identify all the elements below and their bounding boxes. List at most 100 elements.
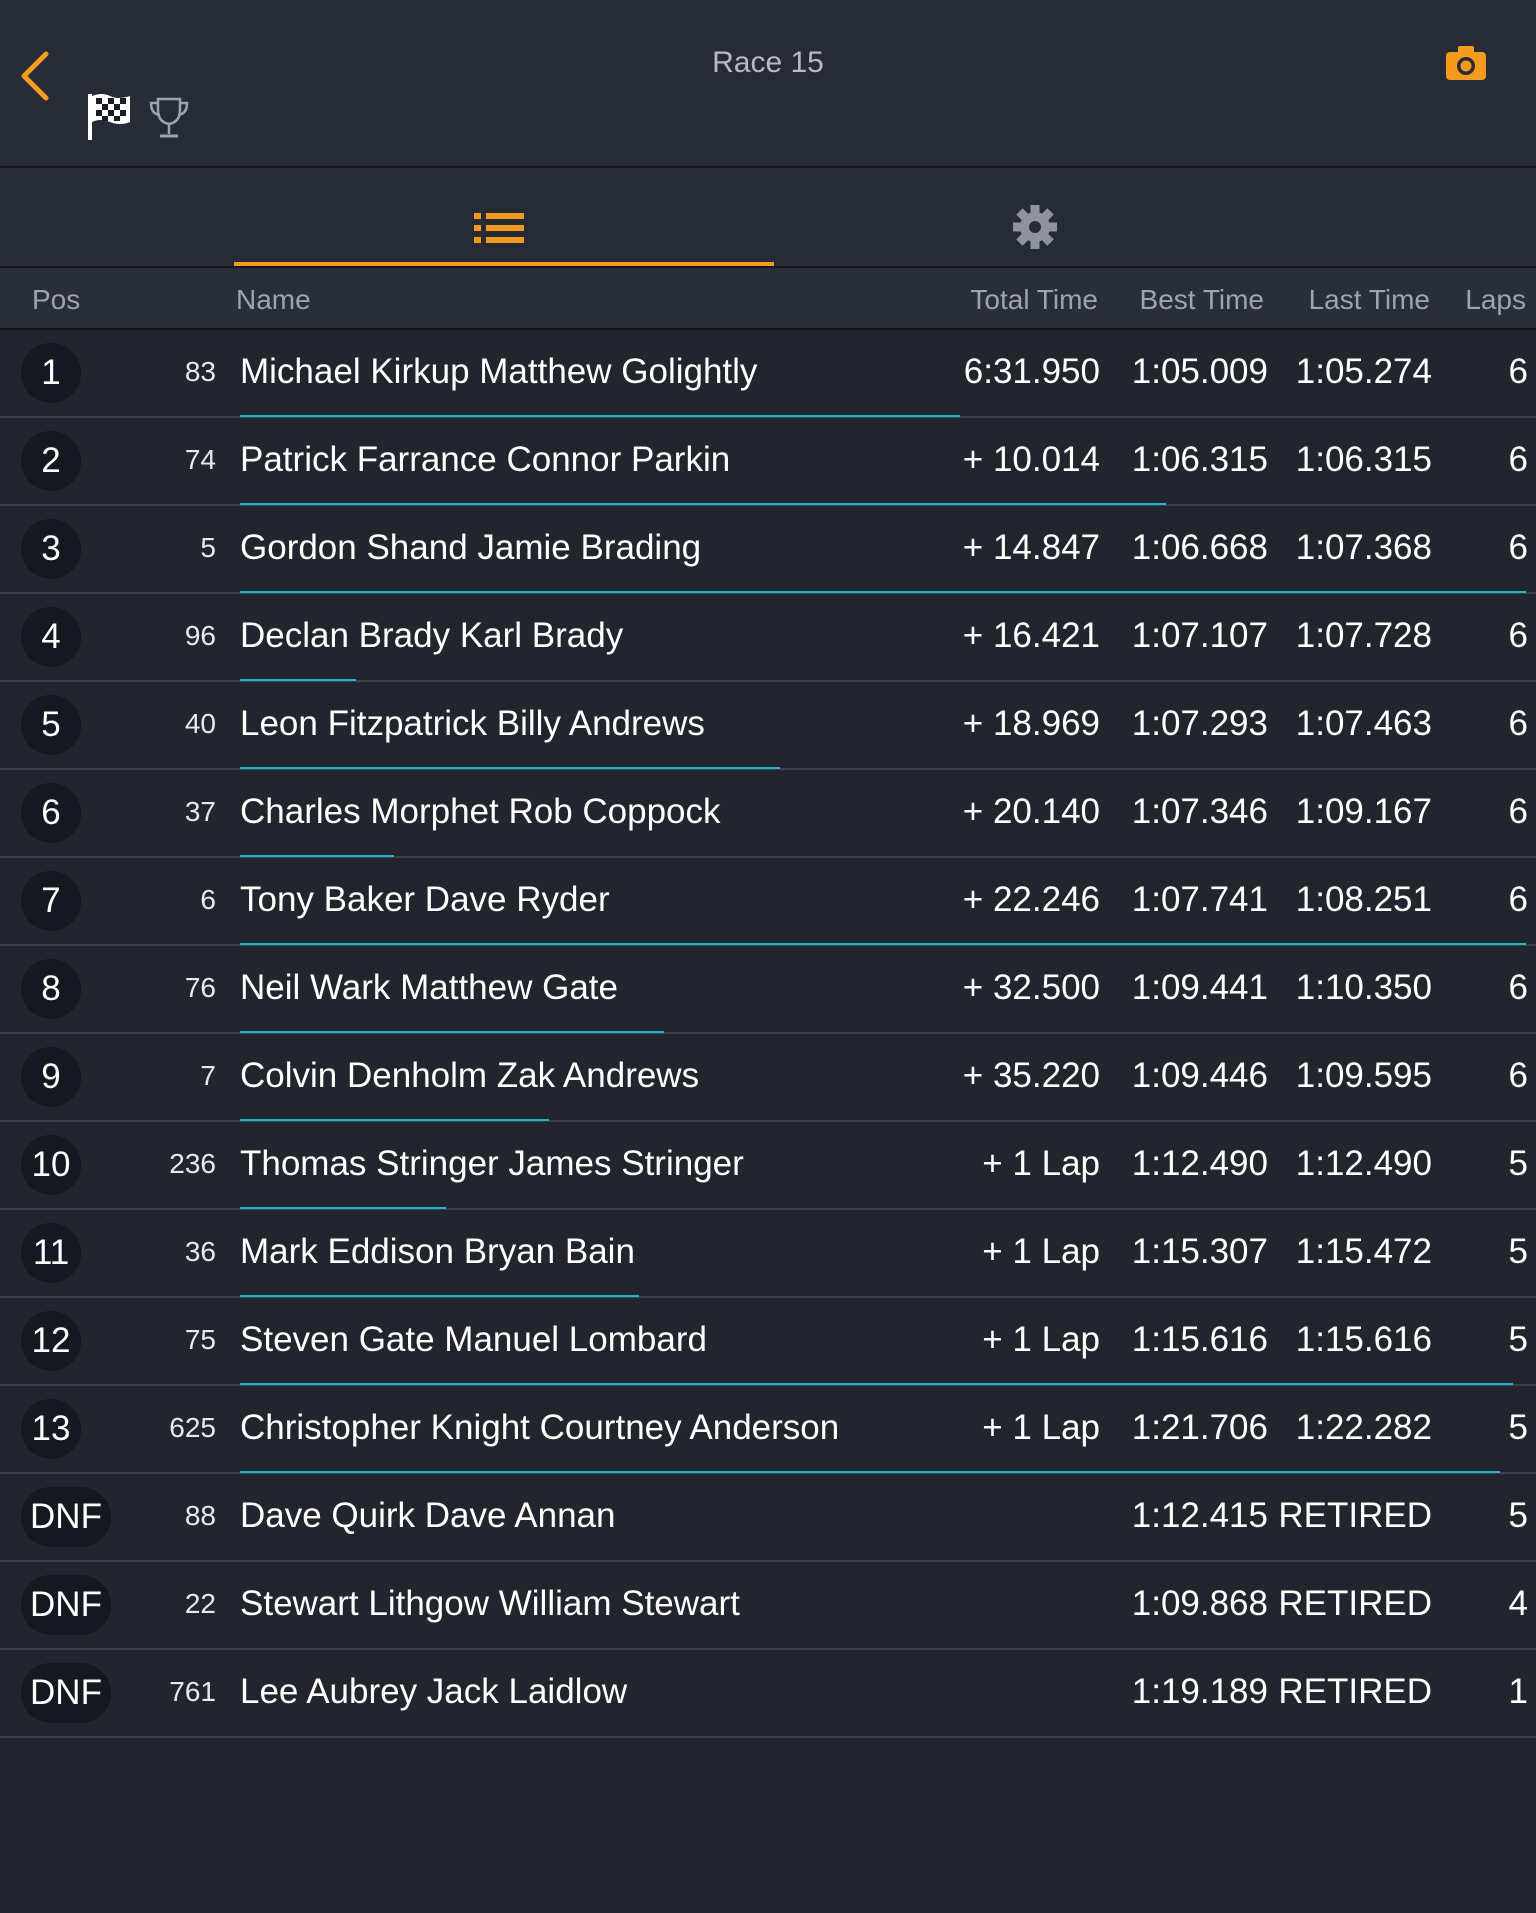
last-time: 1:08.251 [1295,880,1432,919]
total-time: + 1 Lap [982,1320,1100,1359]
laps-count: 6 [1508,528,1528,567]
table-row[interactable]: 6 37 Charles Morphet Rob Coppock + 20.140 1:… [0,770,1536,858]
driver-names: Dave Quirk Dave Annan [240,1496,616,1535]
last-time: 1:06.315 [1295,440,1432,479]
car-number: 76 [184,972,216,1003]
active-tab-indicator [234,262,774,266]
laps-count: 6 [1508,880,1528,919]
total-time: + 20.140 [962,792,1100,831]
column-best-time[interactable]: Best Time [1140,284,1264,316]
position-badge: DNF [21,1663,111,1723]
car-number: 88 [184,1500,216,1531]
driver-names: Steven Gate Manuel Lombard [240,1320,707,1359]
progress-bar [240,1031,664,1033]
laps-count: 5 [1508,1144,1528,1183]
laps-count: 1 [1508,1672,1528,1711]
total-time: + 10.014 [962,440,1100,479]
table-row[interactable]: 11 36 Mark Eddison Bryan Bain + 1 Lap 1:15.3… [0,1210,1536,1298]
table-row[interactable]: 5 40 Leon Fitzpatrick Billy Andrews + 18.96… [0,682,1536,770]
table-row[interactable]: 2 74 Patrick Farrance Connor Parkin + 10.01… [0,418,1536,506]
position-badge: 7 [21,871,81,931]
laps-count: 6 [1508,704,1528,743]
driver-names: Patrick Farrance Connor Parkin [240,440,731,479]
driver-names: Colvin Denholm Zak Andrews [240,1056,700,1095]
best-time: 1:12.490 [1131,1144,1268,1183]
table-row[interactable]: 1 83 Michael Kirkup Matthew Golightly 6:31.… [0,330,1536,418]
table-row[interactable]: 10 236 Thomas Stringer James Stringer + 1 L… [0,1122,1536,1210]
table-row[interactable]: 7 6 Tony Baker Dave Ryder + 22.246 1:07.741 1… [0,858,1536,946]
gear-icon [1013,205,1057,249]
best-time: 1:09.446 [1131,1056,1268,1095]
driver-names: Thomas Stringer James Stringer [240,1144,744,1183]
table-row[interactable]: DNF 761 Lee Aubrey Jack Laidlow 1:19.189 RET… [0,1650,1536,1738]
position-badge: 9 [21,1047,81,1107]
column-pos[interactable]: Pos [32,284,80,316]
total-time: + 35.220 [962,1056,1100,1095]
tab-results-list[interactable] [234,168,774,266]
last-time: RETIRED [1278,1496,1432,1535]
driver-names: Leon Fitzpatrick Billy Andrews [240,704,705,743]
table-row[interactable]: 4 96 Declan Brady Karl Brady + 16.421 1:07.1… [0,594,1536,682]
last-time: RETIRED [1278,1672,1432,1711]
progress-bar [240,855,394,857]
tab-bar [0,168,1536,268]
position-badge: 10 [21,1135,81,1195]
table-row[interactable]: 8 76 Neil Wark Matthew Gate + 32.500 1:09.44… [0,946,1536,1034]
best-time: 1:07.107 [1131,616,1268,655]
car-number: 36 [184,1236,216,1267]
position-badge: 11 [21,1223,81,1283]
progress-bar [240,415,960,417]
table-row[interactable]: 13 625 Christopher Knight Courtney Anderso… [0,1386,1536,1474]
total-time: + 22.246 [962,880,1100,919]
driver-names: Mark Eddison Bryan Bain [240,1232,635,1271]
best-time: 1:15.616 [1131,1320,1268,1359]
camera-icon[interactable] [1444,44,1488,82]
total-time: + 32.500 [962,968,1100,1007]
table-row[interactable]: DNF 22 Stewart Lithgow William Stewart 1:09… [0,1562,1536,1650]
table-row[interactable]: 9 7 Colvin Denholm Zak Andrews + 35.220 1:09… [0,1034,1536,1122]
progress-bar [240,679,356,681]
driver-names: Christopher Knight Courtney Anderson [240,1408,840,1447]
car-number: 761 [169,1676,216,1707]
column-total-time[interactable]: Total Time [970,284,1098,316]
driver-names: Neil Wark Matthew Gate [240,968,618,1007]
table-row[interactable]: 12 75 Steven Gate Manuel Lombard + 1 Lap 1:1… [0,1298,1536,1386]
list-icon [474,213,524,243]
position-badge: 6 [21,783,81,843]
checkered-flag-icon[interactable] [86,92,132,142]
last-time: 1:09.595 [1295,1056,1432,1095]
best-time: 1:21.706 [1131,1408,1268,1447]
last-time: 1:12.490 [1295,1144,1432,1183]
last-time: 1:15.472 [1295,1232,1432,1271]
total-time: + 1 Lap [982,1408,1100,1447]
position-badge: 1 [21,343,81,403]
position-badge: DNF [21,1575,111,1635]
best-time: 1:09.868 [1131,1584,1268,1623]
driver-names: Gordon Shand Jamie Brading [240,528,702,567]
driver-names: Michael Kirkup Matthew Golightly [240,352,758,391]
car-number: 625 [169,1412,216,1443]
driver-names: Lee Aubrey Jack Laidlow [240,1672,628,1711]
table-row[interactable]: 3 5 Gordon Shand Jamie Brading + 14.847 1:06… [0,506,1536,594]
column-header: Pos Name Total Time Best Time Last Time … [0,268,1536,330]
position-badge: 3 [21,519,81,579]
column-name[interactable]: Name [236,284,311,316]
car-number: 74 [184,444,216,475]
trophy-icon[interactable] [148,96,190,140]
total-time: + 16.421 [962,616,1100,655]
progress-bar [240,503,1166,505]
column-last-time[interactable]: Last Time [1309,284,1430,316]
car-number: 37 [184,796,216,827]
column-laps[interactable]: Laps [1465,284,1526,316]
position-badge: 12 [21,1311,81,1371]
tab-settings[interactable] [774,168,1314,266]
driver-names: Tony Baker Dave Ryder [240,880,610,919]
driver-names: Stewart Lithgow William Stewart [240,1584,740,1623]
position-badge: 8 [21,959,81,1019]
total-time: + 1 Lap [982,1144,1100,1183]
last-time: 1:07.463 [1295,704,1432,743]
table-row[interactable]: DNF 88 Dave Quirk Dave Annan 1:12.415 RETIRE… [0,1474,1536,1562]
car-number: 6 [200,884,216,915]
total-time: + 14.847 [962,528,1100,567]
last-time: 1:10.350 [1295,968,1432,1007]
